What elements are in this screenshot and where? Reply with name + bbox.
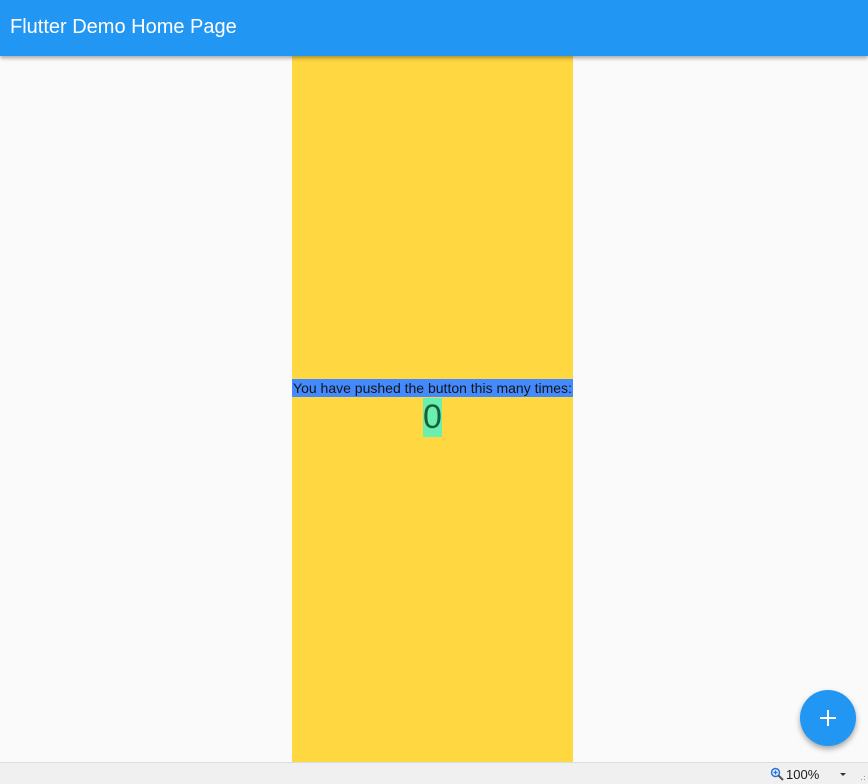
status-bar: 100% (0, 762, 868, 784)
increment-button[interactable] (800, 690, 856, 746)
center-column: You have pushed the button this many tim… (292, 56, 573, 762)
resize-grip-icon[interactable] (858, 773, 866, 781)
counter-label: You have pushed the button this many tim… (292, 379, 573, 397)
plus-icon (820, 710, 836, 726)
flutter-app-window: Flutter Demo Home Page You have pushed t… (0, 0, 868, 784)
page-body: You have pushed the button this many tim… (0, 56, 868, 762)
zoom-level: 100% (786, 767, 820, 782)
zoom-icon (770, 767, 784, 781)
app-bar: Flutter Demo Home Page (0, 0, 868, 56)
chevron-down-icon[interactable] (836, 767, 850, 781)
app-bar-title: Flutter Demo Home Page (10, 16, 237, 38)
counter-value: 0 (423, 398, 442, 437)
